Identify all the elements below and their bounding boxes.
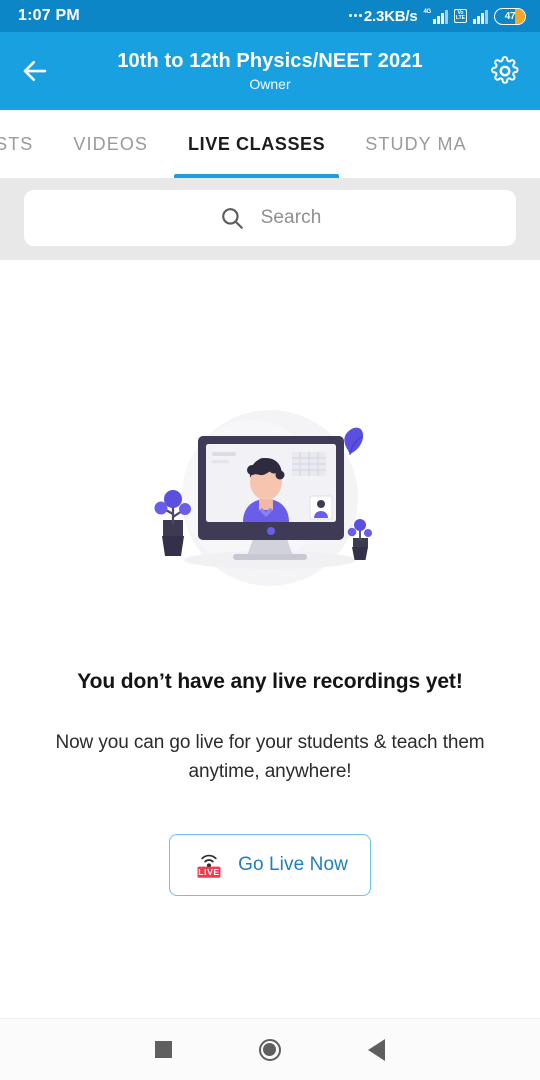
network-type-label: 4G bbox=[423, 9, 432, 15]
search-placeholder: Search bbox=[260, 207, 322, 228]
go-live-now-label: Go Live Now bbox=[238, 854, 348, 875]
empty-state-title: You don’t have any live recordings yet! bbox=[77, 670, 463, 693]
empty-state-description: Now you can go live for your students & … bbox=[55, 732, 485, 782]
gear-icon bbox=[491, 56, 519, 84]
video-call-monitor-illustration bbox=[140, 398, 400, 608]
app-bar-titles: 10th to 12th Physics/NEET 2021 Owner bbox=[52, 50, 488, 92]
circle-home-icon bbox=[258, 1038, 281, 1061]
tab-videos-label: VIDEOS bbox=[73, 133, 149, 154]
network-speed-value: 2.3KB/s bbox=[363, 7, 418, 25]
back-arrow-icon bbox=[23, 60, 47, 82]
battery-level-label: 47 bbox=[504, 10, 516, 22]
system-back-button[interactable] bbox=[355, 1028, 399, 1072]
settings-button[interactable] bbox=[488, 54, 522, 88]
tab-tests[interactable]: ESTS bbox=[0, 110, 53, 178]
status-bar-clock: 1:07 PM bbox=[18, 7, 80, 24]
tab-study-material-label: STUDY MA bbox=[365, 133, 467, 154]
home-button[interactable] bbox=[248, 1028, 292, 1072]
back-button[interactable] bbox=[18, 54, 52, 88]
tab-live-classes-label: LIVE CLASSES bbox=[188, 133, 326, 154]
tab-bar: ESTS VIDEOS LIVE CLASSES STUDY MA bbox=[0, 110, 540, 178]
tab-tests-label: ESTS bbox=[0, 133, 34, 154]
search-section: Search bbox=[0, 178, 540, 260]
page-subtitle: Owner bbox=[249, 76, 291, 92]
square-recents-icon bbox=[154, 1041, 172, 1058]
tab-videos[interactable]: VIDEOS bbox=[53, 110, 168, 178]
volte-icon: Vo LTE bbox=[453, 8, 467, 23]
app-screen: 1:07 PM 2.3KB/s 4G Vo LTE 47 10th to 12t… bbox=[0, 0, 540, 1080]
triangle-back-icon bbox=[368, 1038, 386, 1061]
svg-text:LIVE: LIVE bbox=[198, 867, 220, 877]
volte-line2: LTE bbox=[455, 14, 465, 21]
network-speed-indicator: 2.3KB/s bbox=[348, 7, 418, 25]
page-title: 10th to 12th Physics/NEET 2021 bbox=[117, 50, 423, 72]
live-broadcast-icon: LIVE bbox=[192, 848, 226, 882]
network-activity-dots-icon bbox=[348, 13, 362, 19]
app-bar: 10th to 12th Physics/NEET 2021 Owner bbox=[0, 32, 540, 110]
tab-live-classes[interactable]: LIVE CLASSES bbox=[168, 110, 345, 178]
search-icon bbox=[219, 205, 245, 231]
signal-sim1-icon: 4G bbox=[424, 8, 448, 24]
empty-state-panel: You don’t have any live recordings yet! … bbox=[0, 260, 540, 1080]
signal-bars-2-icon bbox=[473, 8, 488, 24]
recents-button[interactable] bbox=[141, 1028, 185, 1072]
android-navigation-bar bbox=[0, 1018, 540, 1080]
status-bar-indicators: 2.3KB/s 4G Vo LTE 47 bbox=[348, 7, 526, 25]
go-live-now-button[interactable]: LIVE Go Live Now bbox=[169, 834, 371, 896]
search-input[interactable]: Search bbox=[24, 190, 516, 246]
status-bar: 1:07 PM 2.3KB/s 4G Vo LTE 47 bbox=[0, 0, 540, 32]
signal-bars-1-icon bbox=[432, 8, 448, 24]
battery-icon: 47 bbox=[494, 7, 526, 25]
tab-study-material[interactable]: STUDY MA bbox=[345, 110, 486, 178]
